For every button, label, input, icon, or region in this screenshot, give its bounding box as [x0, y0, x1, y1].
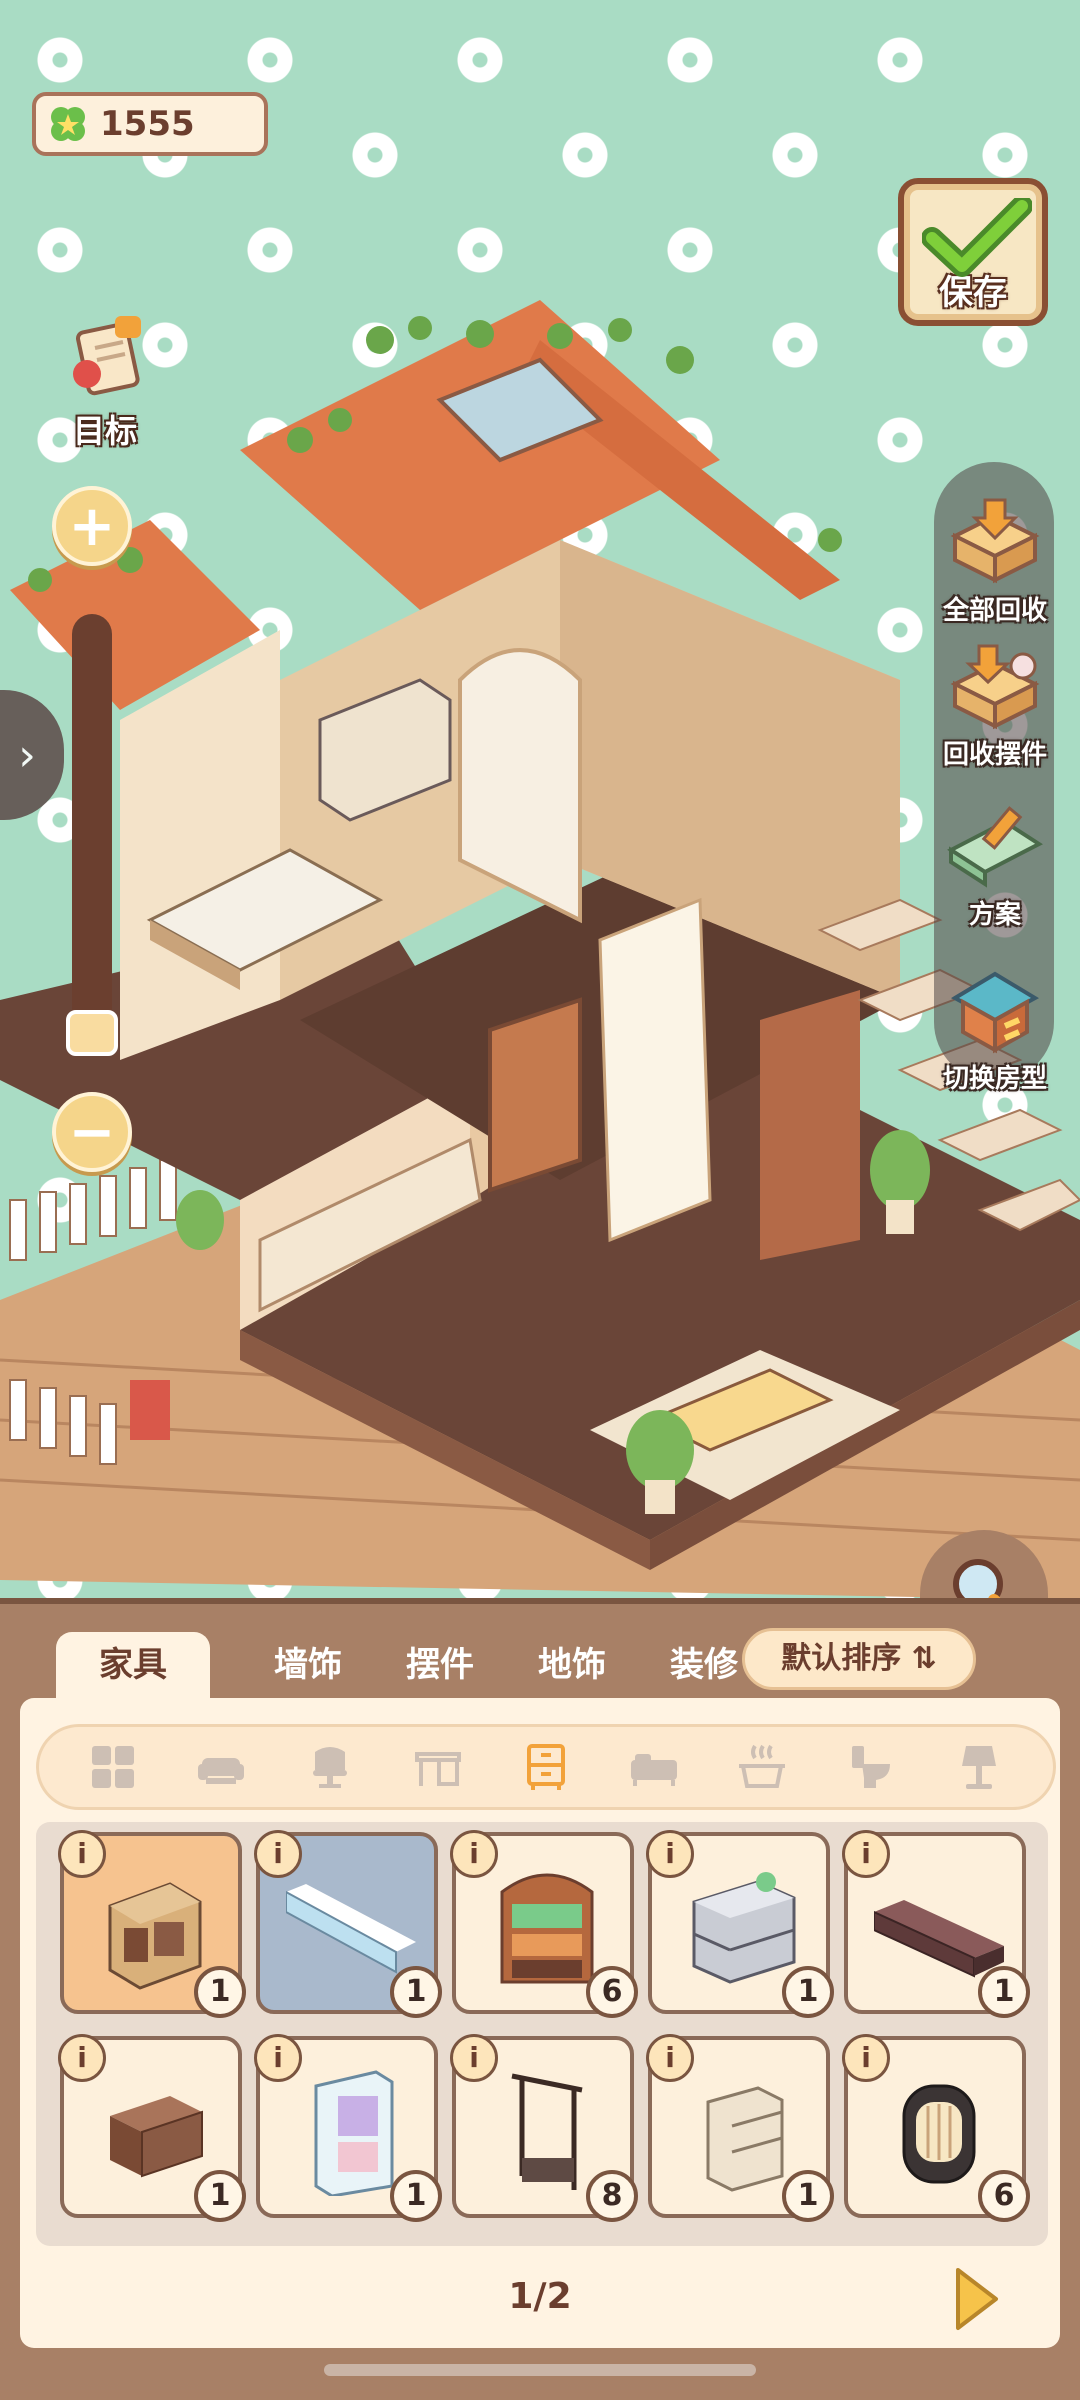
blueprint-icon — [947, 806, 1043, 888]
item-bookcase[interactable]: i 6 — [450, 1830, 638, 2018]
small-dresser-art — [706, 2086, 784, 2192]
tool-label: 回收摆件 — [942, 740, 1047, 770]
grid-all-icon[interactable] — [88, 1742, 138, 1792]
info-badge[interactable]: i — [450, 1830, 498, 1878]
tool-label: 方案 — [968, 900, 1021, 930]
item-wall-shelf[interactable]: i 1 — [254, 1830, 442, 2018]
chair-icon[interactable] — [305, 1742, 355, 1792]
count-badge: 1 — [782, 1966, 834, 2018]
item-drawer-cabinet[interactable]: i 1 — [646, 1830, 834, 2018]
count-badge: 1 — [390, 2170, 442, 2222]
next-page-icon[interactable] — [952, 2264, 1002, 2334]
cube-shelf-art — [108, 1882, 202, 1990]
item-nightstand[interactable]: i 1 — [58, 2034, 246, 2222]
zoom-track[interactable] — [72, 614, 112, 1054]
switch-house-button[interactable]: 切换房型 — [920, 964, 1070, 1095]
tv-stand-art — [874, 1900, 1004, 1978]
toilet-icon[interactable] — [846, 1742, 896, 1792]
zoom-out-button[interactable]: − — [52, 1092, 132, 1172]
sort-label: 默认排序 — [781, 1641, 902, 1676]
info-badge[interactable]: i — [842, 2034, 890, 2082]
item-coat-rack[interactable]: i 8 — [450, 2034, 638, 2222]
count-badge: 1 — [194, 1966, 246, 2018]
target-label: 目标 — [72, 412, 137, 450]
recycle-decor-icon — [950, 644, 1040, 730]
item-heater[interactable]: i 6 — [842, 2034, 1030, 2222]
info-badge[interactable]: i — [254, 2034, 302, 2082]
item-display-closet[interactable]: i 1 — [254, 2034, 442, 2222]
subcategory-bar — [36, 1724, 1056, 1810]
count-badge: 8 — [586, 2170, 638, 2222]
item-cube-shelf[interactable]: i 1 — [58, 1830, 246, 2018]
info-badge[interactable]: i — [842, 1830, 890, 1878]
display-closet-art — [314, 2070, 394, 2196]
recycle-all-button[interactable]: 全部回收 — [920, 496, 1070, 627]
target-button[interactable]: 目标 — [50, 310, 160, 450]
lamp-icon[interactable] — [954, 1742, 1004, 1792]
tab-furniture[interactable]: 家具 — [56, 1632, 210, 1698]
zoom-in-button[interactable]: + — [52, 486, 132, 566]
checkmark-icon — [922, 198, 1032, 277]
bed-icon[interactable] — [629, 1742, 679, 1792]
item-tv-stand[interactable]: i 1 — [842, 1830, 1030, 2018]
recycle-decor-button[interactable]: 回收摆件 — [920, 640, 1070, 771]
page-indicator: 1/2 — [508, 2276, 572, 2317]
switch-house-icon — [950, 971, 1040, 1054]
tool-label: 全部回收 — [942, 596, 1047, 626]
count-badge: 1 — [978, 1966, 1030, 2018]
coat-rack-art — [511, 2073, 583, 2190]
cabinet-icon[interactable] — [521, 1742, 571, 1792]
zoom-thumb[interactable] — [66, 1010, 118, 1056]
save-button[interactable]: 保存 — [898, 178, 1048, 326]
currency-display: 1555 — [32, 92, 268, 156]
info-badge[interactable]: i — [254, 1830, 302, 1878]
item-small-dresser[interactable]: i 1 — [646, 2034, 834, 2222]
info-badge[interactable]: i — [450, 2034, 498, 2082]
blueprint-button[interactable]: 方案 — [920, 800, 1070, 931]
tool-label: 切换房型 — [942, 1064, 1047, 1094]
info-badge[interactable]: i — [646, 1830, 694, 1878]
scroll-icon — [73, 316, 141, 396]
nightstand-art — [110, 2096, 203, 2178]
bookcase-art — [500, 1873, 594, 1984]
recycle-all-icon — [950, 498, 1040, 584]
sofa-icon[interactable] — [196, 1742, 246, 1792]
count-badge: 6 — [978, 2170, 1030, 2222]
desk-icon[interactable] — [413, 1742, 463, 1792]
sort-icon: ⇅ — [911, 1641, 937, 1676]
count-badge: 1 — [390, 1966, 442, 2018]
house-scene[interactable] — [0, 300, 1080, 1600]
sort-button[interactable]: 默认排序 ⇅ — [742, 1628, 976, 1690]
heater-art — [902, 2084, 976, 2184]
clover-icon — [51, 107, 85, 141]
home-indicator[interactable] — [324, 2364, 756, 2376]
count-badge: 1 — [782, 2170, 834, 2222]
wall-shelf-art — [286, 1884, 416, 1974]
category-tabs: 家具 墙饰 摆件 地饰 装修 — [56, 1632, 758, 1698]
info-badge[interactable]: i — [58, 2034, 106, 2082]
info-badge[interactable]: i — [58, 1830, 106, 1878]
count-badge: 1 — [194, 2170, 246, 2222]
stove-icon[interactable] — [737, 1742, 787, 1792]
currency-value: 1555 — [100, 104, 195, 144]
info-badge[interactable]: i — [646, 2034, 694, 2082]
count-badge: 6 — [586, 1966, 638, 2018]
drawer-cabinet-art — [692, 1872, 796, 1984]
